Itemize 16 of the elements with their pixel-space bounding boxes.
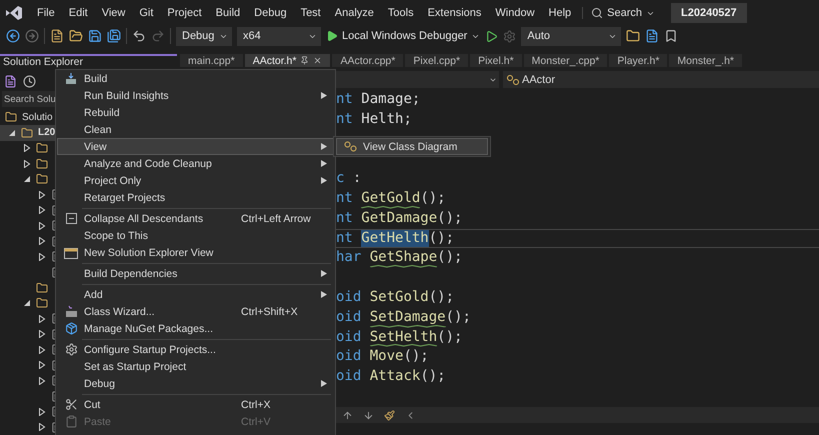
solution-name: L20240527 (671, 3, 747, 23)
code-line: oid SetDamage(); (336, 308, 819, 328)
code-line: har GetShape(); (336, 248, 819, 268)
code-line: c : (336, 169, 362, 188)
code-line: oid SetGold(); (336, 288, 456, 307)
code-line: oid SetHelth(); (336, 328, 819, 348)
code-line: oid Move(); (336, 347, 430, 366)
code-line: nt GetHelth(); (336, 228, 819, 248)
tree-label: Solutio (22, 112, 53, 123)
tree-label: L20 (38, 127, 56, 138)
panel-title: Solution Explorer (3, 56, 83, 68)
code-line: nt Damage; (336, 90, 422, 109)
code-line: nt GetDamage(); (336, 208, 464, 228)
code-line: nt GetGold(); (336, 188, 819, 209)
code-line: nt Helth; (336, 110, 413, 129)
code-line: oid Attack(); (336, 367, 447, 386)
